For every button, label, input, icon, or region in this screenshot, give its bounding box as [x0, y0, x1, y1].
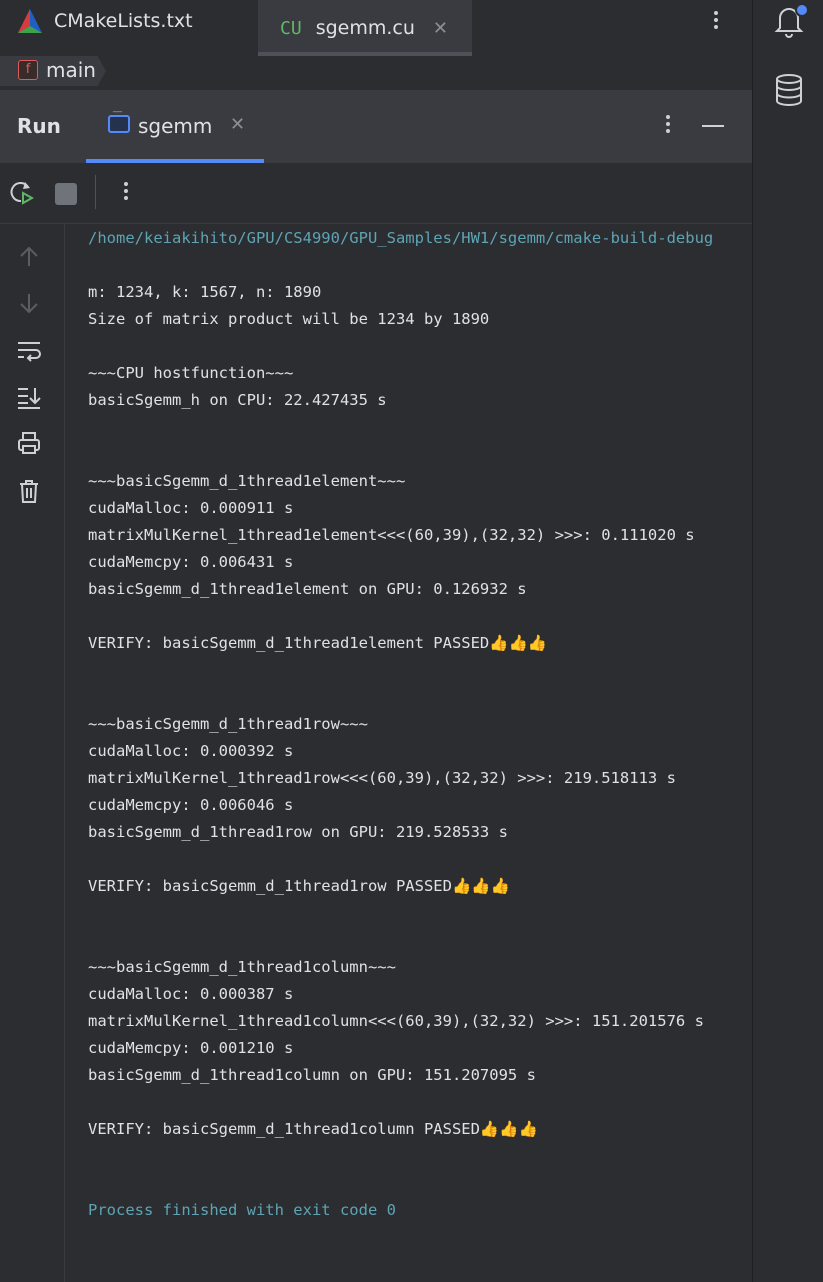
console-line-verify: VERIFY: basicSgemm_d_1thread1column PASS… — [88, 1120, 538, 1138]
arrow-up-icon[interactable] — [16, 244, 42, 270]
console-line-verify: VERIFY: basicSgemm_d_1thread1row PASSED👍… — [88, 877, 510, 895]
close-icon[interactable]: ✕ — [230, 114, 245, 135]
console-line: basicSgemm_h on CPU: 22.427435 s — [88, 391, 387, 409]
console-line: matrixMulKernel_1thread1column<<<(60,39)… — [88, 1012, 704, 1030]
print-icon[interactable] — [16, 430, 42, 456]
console-line: ~~~CPU hostfunction~~~ — [88, 364, 294, 382]
run-title: Run — [17, 114, 61, 138]
console-line: matrixMulKernel_1thread1row<<<(60,39),(3… — [88, 769, 676, 787]
console-line: cudaMemcpy: 0.001210 s — [88, 1039, 294, 1057]
run-tab-label: sgemm — [138, 114, 213, 138]
console-output[interactable]: /home/keiakihito/GPU/CS4990/GPU_Samples/… — [65, 224, 752, 1282]
console-line: ~~~basicSgemm_d_1thread1element~~~ — [88, 472, 406, 490]
trash-icon[interactable] — [16, 478, 42, 504]
tab-label: sgemm.cu — [315, 17, 415, 39]
rerun-icon[interactable] — [8, 179, 34, 205]
notification-badge — [795, 3, 809, 17]
console-line: cudaMemcpy: 0.006431 s — [88, 553, 294, 571]
run-tab-sgemm[interactable]: sgemm ✕ — [86, 90, 264, 163]
console-line: basicSgemm_d_1thread1element on GPU: 0.1… — [88, 580, 527, 598]
cu-file-icon: CU — [280, 17, 302, 39]
database-icon[interactable] — [773, 72, 805, 108]
console-line-path[interactable]: /home/keiakihito/GPU/CS4990/GPU_Samples/… — [88, 229, 713, 247]
function-icon: f — [18, 60, 38, 80]
console-line: cudaMalloc: 0.000911 s — [88, 499, 294, 517]
console-line: ~~~basicSgemm_d_1thread1row~~~ — [88, 715, 368, 733]
console-line-verify: VERIFY: basicSgemm_d_1thread1element PAS… — [88, 634, 548, 652]
tab-sgemm-cu[interactable]: CU sgemm.cu ✕ — [258, 0, 472, 56]
minimize-icon[interactable] — [702, 125, 724, 127]
right-tool-strip — [752, 0, 823, 1282]
arrow-down-icon[interactable] — [16, 290, 42, 316]
console-line: basicSgemm_d_1thread1column on GPU: 151.… — [88, 1066, 536, 1084]
console-line: m: 1234, k: 1567, n: 1890 — [88, 283, 322, 301]
console-line: ~~~basicSgemm_d_1thread1column~~~ — [88, 958, 396, 976]
run-toolbar — [0, 163, 752, 224]
console-line: matrixMulKernel_1thread1element<<<(60,39… — [88, 526, 695, 544]
console-line: cudaMemcpy: 0.006046 s — [88, 796, 294, 814]
tab-label: CMakeLists.txt — [54, 10, 193, 32]
console-line: Size of matrix product will be 1234 by 1… — [88, 310, 490, 328]
soft-wrap-icon[interactable] — [16, 338, 42, 364]
toolbar-divider — [95, 175, 96, 209]
active-tab-indicator — [258, 52, 472, 56]
console-line-exit: Process finished with exit code 0 — [88, 1201, 396, 1219]
console-side-toolbar — [0, 224, 65, 1282]
console-line: cudaMalloc: 0.000392 s — [88, 742, 294, 760]
editor-tab-bar: CMakeLists.txt CU sgemm.cu ✕ — [0, 0, 752, 56]
console-line: basicSgemm_d_1thread1row on GPU: 219.528… — [88, 823, 508, 841]
more-options-icon[interactable] — [116, 179, 136, 205]
breadcrumb-label: main — [46, 58, 96, 82]
more-options-icon[interactable] — [706, 8, 726, 34]
more-options-icon[interactable] — [658, 112, 678, 138]
cmake-icon — [18, 9, 42, 33]
scroll-to-end-icon[interactable] — [16, 384, 42, 410]
terminal-icon — [108, 111, 130, 133]
console-line: cudaMalloc: 0.000387 s — [88, 985, 294, 1003]
stop-icon[interactable] — [55, 183, 77, 205]
run-tool-window-header: Run sgemm ✕ — [0, 90, 752, 163]
tab-cmakelists[interactable]: CMakeLists.txt — [16, 0, 193, 42]
breadcrumb[interactable]: f main — [0, 56, 120, 86]
close-icon[interactable]: ✕ — [433, 18, 448, 39]
